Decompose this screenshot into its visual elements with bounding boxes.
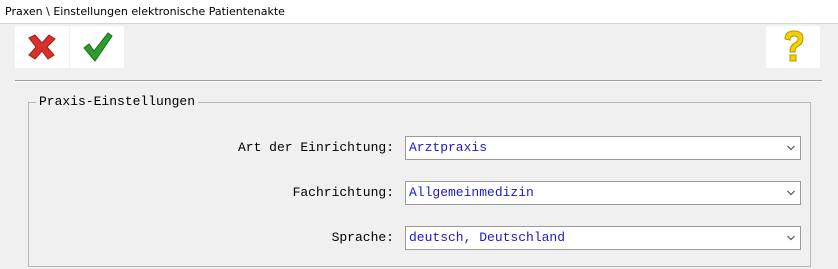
language-select[interactable]: deutsch, Deutschland — [405, 226, 801, 250]
title-bar: Praxen \ Einstellungen elektronische Pat… — [0, 0, 838, 24]
chevron-down-icon — [787, 190, 795, 196]
facility-type-value: Arztpraxis — [409, 140, 488, 155]
language-value: deutsch, Deutschland — [409, 230, 566, 245]
specialty-label: Fachrichtung: — [292, 185, 394, 200]
green-check-icon — [83, 32, 113, 62]
question-mark-icon — [784, 30, 804, 62]
language-label: Sprache: — [331, 230, 394, 245]
window-title: Praxen \ Einstellungen elektronische Pat… — [5, 5, 285, 18]
group-title: Praxis-Einstellungen — [36, 94, 199, 109]
help-button[interactable] — [766, 26, 820, 68]
specialty-value: Allgemeinmedizin — [409, 185, 534, 200]
chevron-down-icon — [787, 145, 795, 151]
cancel-button[interactable] — [15, 26, 69, 68]
ok-button[interactable] — [70, 26, 124, 68]
red-x-icon — [28, 34, 56, 60]
facility-type-label: Art der Einrichtung: — [237, 140, 394, 155]
specialty-select[interactable]: Allgemeinmedizin — [405, 181, 801, 205]
toolbar-divider — [15, 80, 822, 82]
chevron-down-icon — [787, 235, 795, 241]
facility-type-select[interactable]: Arztpraxis — [405, 136, 801, 160]
